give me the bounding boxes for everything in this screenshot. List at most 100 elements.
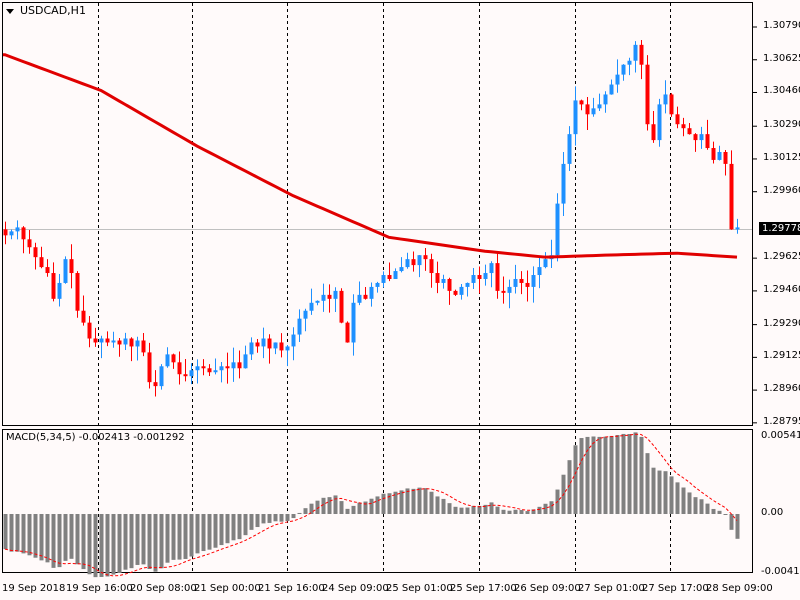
macd-bar [495, 506, 500, 514]
candle-body [423, 255, 428, 260]
candle-body [687, 128, 692, 135]
symbol-dropdown-icon[interactable] [6, 9, 14, 14]
candle-body [585, 104, 590, 115]
macd-bar [537, 506, 542, 514]
macd-bar [663, 471, 668, 514]
macd-bar [189, 514, 194, 557]
chart-window[interactable]: USDCAD,H1 MACD(5,34,5) -0.002413 -0.0012… [0, 0, 800, 600]
macd-bar [681, 487, 686, 514]
macd-bar [669, 476, 674, 514]
candle-body [273, 342, 278, 349]
price-tick: 1.30125 [763, 151, 800, 163]
macd-bar [411, 488, 416, 514]
candle-body [705, 134, 710, 149]
candle-body [681, 124, 686, 129]
macd-bar [3, 514, 8, 550]
macd-bar [291, 514, 296, 519]
candle-body [375, 282, 380, 287]
macd-bar [111, 514, 116, 575]
time-tick: 28 Sep 09:00 [706, 583, 773, 594]
candle-body [417, 255, 422, 266]
macd-bar [711, 508, 716, 514]
macd-bar [693, 497, 698, 514]
macd-bar [117, 514, 122, 573]
macd-bar [57, 514, 62, 568]
macd-bar [333, 495, 338, 514]
time-tick: 26 Sep 09:00 [514, 583, 581, 594]
macd-bar [201, 514, 206, 552]
time-tick: 20 Sep 08:00 [130, 583, 197, 594]
macd-bar [273, 514, 278, 522]
price-tick: 1.29625 [763, 251, 800, 263]
candle-body [555, 203, 560, 256]
candle-body [525, 282, 530, 287]
candle-body [183, 374, 188, 377]
time-tick: 19 Sep 2018 [2, 583, 66, 594]
macd-tick: 0.00 [761, 507, 784, 518]
macd-bar [21, 514, 26, 554]
candle-body [459, 286, 464, 295]
macd-bar [327, 497, 332, 514]
candle-body [669, 94, 674, 115]
candle-body [477, 275, 482, 279]
candle-body [561, 163, 566, 204]
macd-bar [639, 436, 644, 514]
macd-bar [429, 491, 434, 514]
candle-body [483, 273, 488, 279]
symbol-label: USDCAD,H1 [20, 4, 86, 17]
macd-bar [279, 514, 284, 522]
candle-body [213, 370, 218, 373]
candle-body [723, 152, 728, 164]
macd-bar [183, 514, 188, 559]
price-tick: 1.29290 [763, 317, 800, 329]
candle-body [369, 286, 374, 299]
candle-body [63, 259, 68, 283]
macd-bar [225, 514, 230, 544]
macd-bar [51, 514, 56, 568]
candle-body [297, 318, 302, 335]
macd-bar [135, 514, 140, 565]
macd-bar [231, 514, 236, 541]
candle-body [87, 322, 92, 339]
macd-bar [489, 502, 494, 514]
macd-bar [177, 514, 182, 560]
candle-body [627, 60, 632, 65]
macd-bar [465, 507, 470, 514]
macd-bar [153, 514, 158, 572]
macd-bar [165, 514, 170, 563]
candle-body [489, 263, 494, 274]
candle-body [117, 340, 122, 345]
macd-bar [285, 514, 290, 522]
candle-body [393, 271, 398, 279]
price-chart[interactable] [0, 0, 800, 600]
candle-body [51, 273, 56, 299]
candle-body [615, 74, 620, 85]
candle-body [15, 227, 20, 232]
candle-body [207, 368, 212, 373]
macd-bar [423, 488, 428, 514]
candle-body [651, 124, 656, 141]
macd-bar [687, 492, 692, 514]
candle-body [435, 273, 440, 283]
macd-bar [723, 514, 728, 515]
macd-bar [525, 511, 530, 514]
candle-body [729, 163, 734, 230]
candle-body [231, 362, 236, 369]
candle-body [465, 282, 470, 287]
candle-body [291, 334, 296, 347]
candle-body [45, 267, 50, 274]
candle-body [165, 354, 170, 367]
candle-body [675, 114, 680, 125]
price-tick: 1.28960 [763, 383, 800, 395]
candle-body [501, 290, 506, 293]
candle-body [657, 104, 662, 141]
price-tick: 1.29960 [763, 184, 800, 196]
macd-bar [513, 509, 518, 514]
candle-body [579, 100, 584, 105]
candle-body [171, 354, 176, 363]
macd-bar [399, 490, 404, 514]
price-tick: 1.28795 [763, 415, 800, 427]
macd-bar [249, 514, 254, 530]
macd-bar [357, 502, 362, 514]
price-tick: 1.30625 [763, 52, 800, 64]
